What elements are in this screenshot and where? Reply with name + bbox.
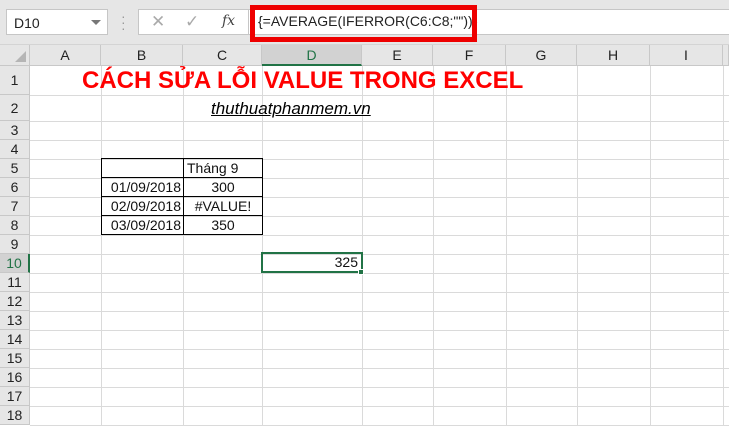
row-header-4[interactable]: 4 — [0, 140, 30, 159]
gridline-vertical — [362, 66, 363, 425]
column-header-g[interactable]: G — [506, 45, 577, 66]
row-header-10[interactable]: 10 — [0, 254, 30, 273]
gridline-horizontal — [30, 349, 729, 350]
column-header-e[interactable]: E — [362, 45, 433, 66]
row-header-14[interactable]: 14 — [0, 330, 30, 349]
column-header-h[interactable]: H — [577, 45, 650, 66]
gridline-vertical — [101, 66, 102, 425]
column-header-a[interactable]: A — [30, 45, 101, 66]
cell-b7[interactable]: 02/09/2018 — [101, 196, 184, 216]
row-header-15[interactable]: 15 — [0, 349, 30, 368]
fill-handle[interactable] — [358, 269, 364, 275]
row-header-1[interactable]: 1 — [0, 66, 30, 95]
row-header-11[interactable]: 11 — [0, 273, 30, 292]
column-header-c[interactable]: C — [183, 45, 262, 66]
row-header-6[interactable]: 6 — [0, 178, 30, 197]
cell-b5[interactable] — [101, 158, 184, 178]
gridline-horizontal — [30, 387, 729, 388]
row-header-7[interactable]: 7 — [0, 197, 30, 216]
cell-b8[interactable]: 03/09/2018 — [101, 215, 184, 235]
drag-handle-icon[interactable]: · · · — [121, 9, 126, 35]
gridline-vertical — [262, 66, 263, 425]
cell-c7[interactable]: #VALUE! — [183, 196, 263, 216]
column-header-b[interactable]: B — [101, 45, 183, 66]
sheet-subtitle-link[interactable]: thuthuatphanmem.vn — [211, 99, 371, 119]
row-header-13[interactable]: 13 — [0, 311, 30, 330]
gridline-horizontal — [30, 368, 729, 369]
enter-icon[interactable]: ✓ — [185, 12, 199, 32]
row-header-8[interactable]: 8 — [0, 216, 30, 235]
row-header-3[interactable]: 3 — [0, 121, 30, 140]
name-box[interactable]: D10 — [6, 9, 108, 35]
gridline-horizontal — [30, 235, 729, 236]
row-header-16[interactable]: 16 — [0, 368, 30, 387]
gridline-horizontal — [30, 121, 729, 122]
gridline-horizontal — [30, 311, 729, 312]
gridline-vertical — [506, 66, 507, 425]
highlight-box — [250, 5, 477, 42]
column-header-d[interactable]: D — [262, 45, 362, 66]
column-header-partial[interactable] — [723, 45, 729, 66]
gridline-vertical — [577, 66, 578, 425]
select-all-button[interactable] — [0, 45, 30, 66]
row-header-5[interactable]: 5 — [0, 159, 30, 178]
gridline-horizontal — [30, 292, 729, 293]
gridline-horizontal — [30, 140, 729, 141]
row-header-2[interactable]: 2 — [0, 95, 30, 121]
row-header-18[interactable]: 18 — [0, 406, 30, 425]
insert-function-icon[interactable]: fx — [222, 13, 235, 29]
cancel-icon[interactable]: ✕ — [151, 12, 165, 32]
gridline-vertical — [650, 66, 651, 425]
cell-c6[interactable]: 300 — [183, 177, 263, 197]
column-header-i[interactable]: I — [650, 45, 723, 66]
cell-b6[interactable]: 01/09/2018 — [101, 177, 184, 197]
row-header-9[interactable]: 9 — [0, 235, 30, 254]
row-header-17[interactable]: 17 — [0, 387, 30, 406]
formula-toolbar: D10 · · · ✕ ✓ fx {=AVERAGE(IFERROR(C6:C8;"… — [0, 0, 729, 45]
gridline-horizontal — [30, 254, 729, 255]
gridline-vertical — [723, 66, 724, 425]
name-box-value: D10 — [14, 15, 40, 31]
gridline-horizontal — [30, 406, 729, 407]
formula-buttons: ✕ ✓ fx — [138, 9, 249, 35]
sheet-title: CÁCH SỬA LỖI VALUE TRONG EXCEL — [82, 67, 524, 94]
gridline-horizontal — [30, 273, 729, 274]
cell-d10-value: 325 — [334, 254, 358, 270]
cell-c5[interactable]: Tháng 9 — [183, 158, 263, 178]
gridline-vertical — [183, 66, 184, 425]
column-header-f[interactable]: F — [433, 45, 506, 66]
chevron-down-icon[interactable] — [91, 20, 101, 25]
gridline-vertical — [433, 66, 434, 425]
row-header-12[interactable]: 12 — [0, 292, 30, 311]
cell-c8[interactable]: 350 — [183, 215, 263, 235]
gridline-horizontal — [30, 330, 729, 331]
